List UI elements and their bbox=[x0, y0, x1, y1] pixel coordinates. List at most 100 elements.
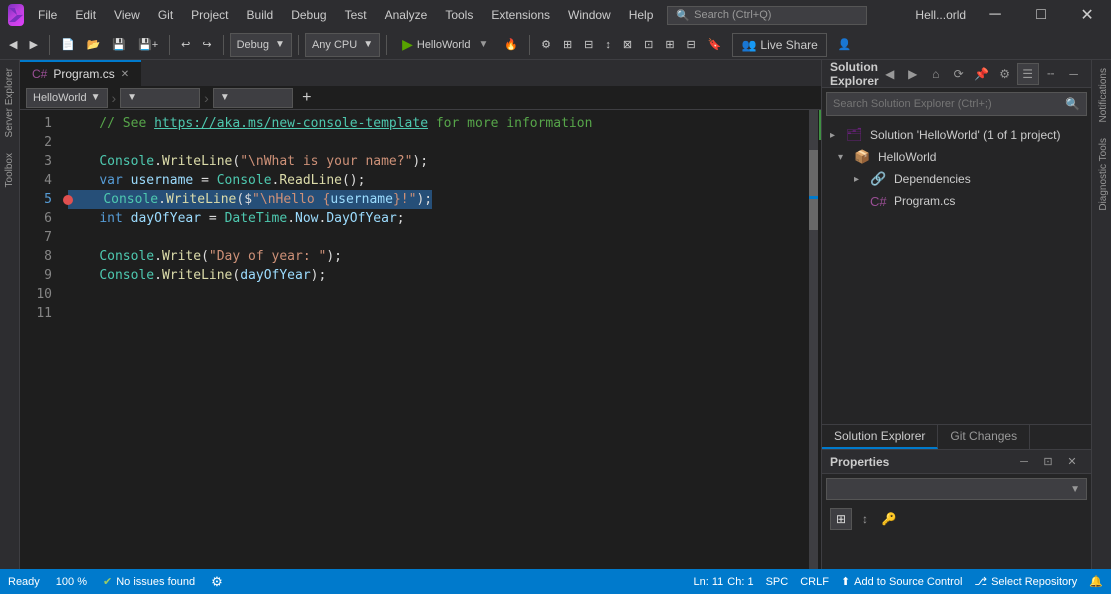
toolbar-btn-8[interactable]: ⊟ bbox=[682, 33, 701, 57]
zoom-control[interactable]: 100 % bbox=[56, 576, 87, 588]
tab-solution-explorer[interactable]: Solution Explorer bbox=[822, 425, 938, 449]
notifications-tab[interactable]: Notifications bbox=[1092, 60, 1111, 130]
diagnostic-tools-tab[interactable]: Diagnostic Tools bbox=[1092, 130, 1111, 219]
expand-icon-programcs bbox=[854, 196, 870, 207]
tree-item-programcs[interactable]: C# Program.cs bbox=[822, 190, 1091, 212]
sol-refresh-btn[interactable]: ⟳ bbox=[948, 63, 970, 85]
sol-home-btn[interactable]: ⌂ bbox=[925, 63, 947, 85]
toolbar-btn-4[interactable]: ↕ bbox=[600, 33, 616, 57]
run-button[interactable]: ▶ HelloWorld ▼ bbox=[393, 33, 497, 57]
tree-item-project[interactable]: ▾ 📦 HelloWorld bbox=[822, 146, 1091, 168]
cpu-config-arrow: ▼ bbox=[363, 39, 373, 50]
live-share-button[interactable]: 👥 Live Share bbox=[732, 33, 826, 57]
save-button[interactable]: 💾 bbox=[107, 33, 131, 57]
ready-label: Ready bbox=[8, 576, 40, 588]
title-center: 🔍 Search (Ctrl+Q) Hell...orld bbox=[667, 6, 966, 25]
breadcrumb-separator-1: › bbox=[112, 90, 117, 106]
menu-project[interactable]: Project bbox=[183, 4, 236, 26]
no-issues-indicator[interactable]: ✔ No issues found bbox=[103, 575, 195, 588]
toolbar-btn-1[interactable]: ⚙ bbox=[536, 33, 556, 57]
code-content[interactable]: // See https://aka.ms/new-console-templa… bbox=[60, 110, 809, 569]
menu-build[interactable]: Build bbox=[239, 4, 282, 26]
solution-search-input[interactable] bbox=[833, 98, 1065, 110]
breadcrumb-namespace[interactable]: ▼ bbox=[120, 88, 200, 108]
separator-6 bbox=[529, 35, 530, 55]
spc-indicator[interactable]: SPC bbox=[766, 576, 789, 588]
menu-help[interactable]: Help bbox=[621, 4, 662, 26]
tab-git-changes[interactable]: Git Changes bbox=[938, 425, 1030, 449]
sol-close-btn[interactable]: ╌ bbox=[1040, 63, 1062, 85]
sol-back-btn[interactable]: ◀ bbox=[879, 63, 901, 85]
prop-close-btn[interactable]: ✕ bbox=[1061, 453, 1083, 471]
notifications-bell[interactable]: 🔔 bbox=[1089, 575, 1103, 588]
prop-icon-3[interactable]: 🔑 bbox=[878, 508, 900, 530]
menu-file[interactable]: File bbox=[30, 4, 65, 26]
bookmark-button[interactable]: 🔖 bbox=[703, 33, 727, 57]
minimize-button[interactable]: ─ bbox=[972, 0, 1018, 30]
sol-pin2-btn[interactable]: ─ bbox=[1063, 63, 1085, 85]
select-repository-button[interactable]: ⎇ Select Repository bbox=[974, 575, 1077, 588]
maximize-button[interactable]: □ bbox=[1018, 0, 1064, 30]
live-share-label: Live Share bbox=[760, 38, 817, 52]
menu-debug[interactable]: Debug bbox=[283, 4, 334, 26]
code-issues-gear[interactable]: ⚙ bbox=[211, 574, 223, 590]
sol-forward-btn[interactable]: ▶ bbox=[902, 63, 924, 85]
menu-window[interactable]: Window bbox=[560, 4, 619, 26]
toolbox-tab[interactable]: Toolbox bbox=[2, 145, 17, 195]
crlf-indicator[interactable]: CRLF bbox=[800, 576, 829, 588]
program-cs-tab[interactable]: C# Program.cs ✕ bbox=[20, 60, 141, 86]
new-project-button[interactable]: 📄 bbox=[56, 33, 80, 57]
prop-expand-btn[interactable]: ⊡ bbox=[1037, 453, 1059, 471]
close-button[interactable]: ✕ bbox=[1064, 0, 1110, 30]
prop-icon-1[interactable]: ⊞ bbox=[830, 508, 852, 530]
solution-search-box[interactable]: 🔍 bbox=[826, 92, 1087, 116]
forward-button[interactable]: ▶ bbox=[24, 33, 42, 57]
save-all-button[interactable]: 💾+ bbox=[133, 33, 163, 57]
hot-reload-button[interactable]: 🔥 bbox=[499, 33, 523, 57]
project-icon: 📦 bbox=[854, 149, 874, 165]
tree-item-solution[interactable]: ▸ 🗂 Solution 'HelloWorld' (1 of 1 projec… bbox=[822, 124, 1091, 146]
vertical-scrollbar[interactable] bbox=[809, 110, 821, 569]
undo-button[interactable]: ↩ bbox=[176, 33, 195, 57]
menu-edit[interactable]: Edit bbox=[67, 4, 104, 26]
title-search-box[interactable]: 🔍 Search (Ctrl+Q) bbox=[667, 6, 867, 25]
run-label: HelloWorld bbox=[417, 39, 471, 51]
sol-properties-btn[interactable]: ☰ bbox=[1017, 63, 1039, 85]
cpu-config-dropdown[interactable]: Any CPU ▼ bbox=[305, 33, 380, 57]
code-line-2 bbox=[68, 133, 809, 152]
line-label: Ln: 11 bbox=[694, 576, 724, 588]
main-area: Server Explorer Toolbox C# Program.cs ✕ … bbox=[0, 60, 1111, 569]
menu-analyze[interactable]: Analyze bbox=[377, 4, 436, 26]
menu-extensions[interactable]: Extensions bbox=[483, 4, 558, 26]
properties-dropdown[interactable]: ▼ bbox=[826, 478, 1087, 500]
tree-item-dependencies[interactable]: ▸ 🔗 Dependencies bbox=[822, 168, 1091, 190]
breadcrumb-method[interactable]: ▼ bbox=[213, 88, 293, 108]
redo-button[interactable]: ↪ bbox=[197, 33, 216, 57]
line-num-1: 1 bbox=[20, 114, 52, 133]
back-button[interactable]: ◀ bbox=[4, 33, 22, 57]
add-member-button[interactable]: + bbox=[297, 88, 317, 108]
menu-git[interactable]: Git bbox=[150, 4, 181, 26]
toolbar-btn-5[interactable]: ⊠ bbox=[618, 33, 637, 57]
menu-tools[interactable]: Tools bbox=[437, 4, 481, 26]
tab-close-icon[interactable]: ✕ bbox=[121, 69, 129, 80]
server-explorer-tab[interactable]: Server Explorer bbox=[2, 60, 17, 145]
debug-config-dropdown[interactable]: Debug ▼ bbox=[230, 33, 292, 57]
toolbar-btn-7[interactable]: ⊞ bbox=[660, 33, 679, 57]
menu-view[interactable]: View bbox=[106, 4, 148, 26]
prop-icon-2[interactable]: ↕ bbox=[854, 508, 876, 530]
account-button[interactable]: 👤 bbox=[833, 33, 857, 57]
sol-pin-btn[interactable]: 📌 bbox=[971, 63, 993, 85]
toolbar-btn-6[interactable]: ⊡ bbox=[639, 33, 658, 57]
status-bar: Ready 100 % ✔ No issues found ⚙ Ln: 11 C… bbox=[0, 569, 1111, 594]
sol-settings-btn[interactable]: ⚙ bbox=[994, 63, 1016, 85]
open-file-button[interactable]: 📂 bbox=[82, 33, 106, 57]
menu-test[interactable]: Test bbox=[337, 4, 375, 26]
add-source-control-button[interactable]: ⬆ Add to Source Control bbox=[841, 575, 962, 588]
toolbar-btn-2[interactable]: ⊞ bbox=[558, 33, 577, 57]
separator-2 bbox=[169, 35, 170, 55]
prop-pin-btn[interactable]: ─ bbox=[1013, 453, 1035, 471]
toolbar-btn-3[interactable]: ⊟ bbox=[579, 33, 598, 57]
breadcrumb-helloworld[interactable]: HelloWorld ▼ bbox=[26, 88, 108, 108]
left-panel: Server Explorer Toolbox bbox=[0, 60, 20, 569]
